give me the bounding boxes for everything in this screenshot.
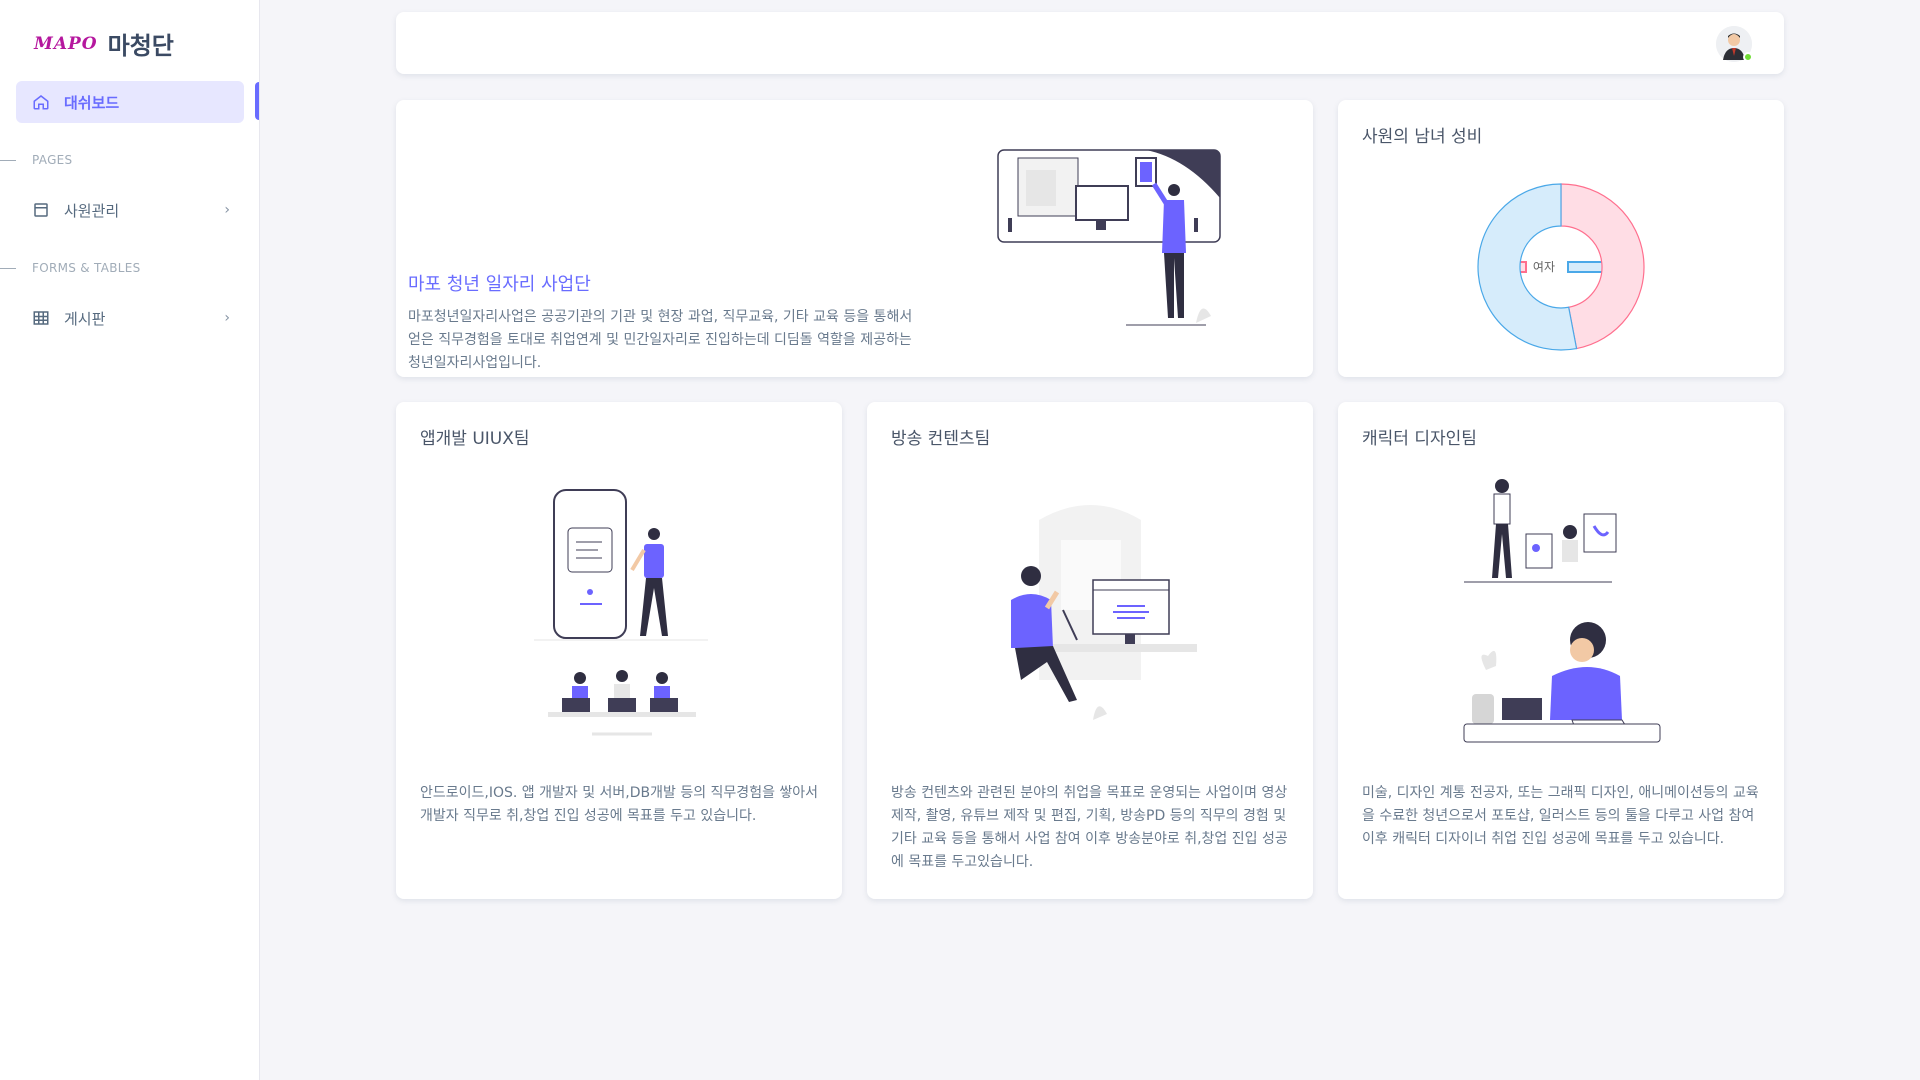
user-avatar[interactable] <box>1716 26 1753 62</box>
team-card-app: 앱개발 UIUX팀 안드로이드,IOS. 앱 개발자 및 서버,DB개발 등의 … <box>396 402 842 899</box>
card-title: 앱개발 UIUX팀 <box>420 429 530 449</box>
hero-title: 마포 청년 일자리 사업단 <box>408 274 591 295</box>
team-card-design: 캐릭터 디자인팀 미술, 디자인 계통 전공자, 또는 그래픽 디자인, 애니메… <box>1338 402 1784 899</box>
section-header-pages: PAGES <box>0 153 72 167</box>
card-title: 캐릭터 디자인팀 <box>1362 429 1477 449</box>
sidebar: MAPO 마청단 대쉬보드 PAGES 사원관리 › FORMS & TABLE… <box>0 0 260 1080</box>
sidebar-item-board[interactable]: 게시판 › <box>16 297 244 339</box>
home-icon <box>33 95 49 110</box>
chevron-right-icon: › <box>224 310 230 326</box>
hero-description: 마포청년일자리사업은 공공기관의 기관 및 현장 과업, 직무교육, 기타 교육… <box>408 309 913 371</box>
broadcast-team-illustration <box>1011 505 1197 720</box>
sidebar-item-label: 사원관리 <box>64 201 120 220</box>
active-indicator <box>255 82 259 120</box>
sidebar-item-label: 게시판 <box>64 309 106 328</box>
sidebar-item-label: 대쉬보드 <box>64 93 120 112</box>
card-title: 사원의 남녀 성비 <box>1362 127 1483 147</box>
layout-icon <box>34 203 48 217</box>
gender-donut-chart <box>1477 183 1645 351</box>
card-description: 방송 컨텐츠와 관련된 분야의 취업을 목표로 운영되는 사업이며 영상 제작,… <box>891 785 1288 870</box>
app-logo[interactable]: MAPO 마청단 <box>34 26 174 61</box>
app-team-illustration <box>534 489 708 736</box>
logo-text: 마청단 <box>107 32 174 60</box>
gender-ratio-card: 사원의 남녀 성비 여자 남자 <box>1338 100 1784 377</box>
section-header-forms: FORMS & TABLES <box>0 261 141 275</box>
top-navbar <box>396 12 1784 74</box>
card-description: 안드로이드,IOS. 앱 개발자 및 서버,DB개발 등의 직무경험을 쌓아서 … <box>420 785 819 824</box>
team-card-broadcast: 방송 컨텐츠팀 방송 컨텐츠와 관련된 분야의 취업을 목표로 운영되는 사업이… <box>867 402 1313 899</box>
logo-mark: MAPO <box>34 33 98 54</box>
hero-card: 마포 청년 일자리 사업단 마포청년일자리사업은 공공기관의 기관 및 현장 과… <box>396 100 1313 377</box>
design-team-illustration <box>1463 479 1661 743</box>
card-title: 방송 컨텐츠팀 <box>891 429 991 449</box>
sidebar-item-dashboard[interactable]: 대쉬보드 <box>16 81 244 123</box>
table-icon <box>33 311 49 325</box>
chevron-right-icon: › <box>224 202 230 218</box>
card-description: 미술, 디자인 계통 전공자, 또는 그래픽 디자인, 애니메이션등의 교육을 … <box>1362 785 1759 847</box>
donut-slice-female[interactable] <box>1560 183 1645 350</box>
sidebar-item-employees[interactable]: 사원관리 › <box>16 189 244 231</box>
hero-illustration <box>997 149 1221 326</box>
online-status-dot <box>1743 52 1753 62</box>
